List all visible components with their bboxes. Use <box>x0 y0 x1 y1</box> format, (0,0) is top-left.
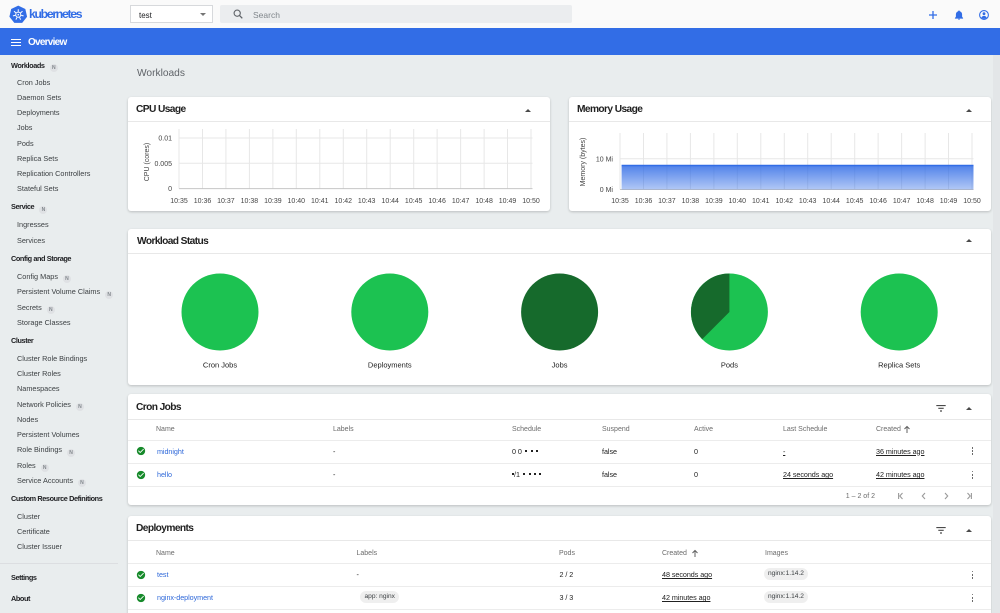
svg-text:0: 0 <box>168 186 172 193</box>
svg-text:10:43: 10:43 <box>358 198 376 205</box>
svg-text:Pods: Pods <box>721 361 738 370</box>
svg-text:10:38: 10:38 <box>241 198 259 205</box>
svg-text:10:35: 10:35 <box>170 198 188 205</box>
svg-text:10:36: 10:36 <box>635 198 653 205</box>
svg-text:Deployments: Deployments <box>368 361 412 370</box>
svg-text:10:45: 10:45 <box>405 198 423 205</box>
svg-text:10 Mi: 10 Mi <box>596 157 614 164</box>
svg-text:10:42: 10:42 <box>335 198 353 205</box>
svg-text:10:50: 10:50 <box>522 198 540 205</box>
svg-text:Jobs: Jobs <box>552 361 568 370</box>
svg-text:10:40: 10:40 <box>288 198 306 205</box>
svg-text:0.005: 0.005 <box>154 161 172 168</box>
svg-text:10:39: 10:39 <box>264 198 282 205</box>
svg-text:10:37: 10:37 <box>217 198 235 205</box>
svg-text:0.01: 0.01 <box>158 136 172 143</box>
svg-text:10:45: 10:45 <box>846 198 864 205</box>
svg-text:10:41: 10:41 <box>752 198 770 205</box>
svg-text:10:44: 10:44 <box>381 198 399 205</box>
svg-text:10:49: 10:49 <box>499 198 517 205</box>
svg-text:10:50: 10:50 <box>963 198 981 205</box>
svg-text:Cron Jobs: Cron Jobs <box>203 361 237 370</box>
svg-text:10:38: 10:38 <box>682 198 700 205</box>
svg-text:0 Mi: 0 Mi <box>600 187 614 194</box>
svg-text:10:42: 10:42 <box>776 198 794 205</box>
svg-text:10:48: 10:48 <box>916 198 934 205</box>
svg-text:10:44: 10:44 <box>822 198 840 205</box>
svg-text:10:49: 10:49 <box>940 198 958 205</box>
svg-text:10:37: 10:37 <box>658 198 676 205</box>
svg-text:10:43: 10:43 <box>799 198 817 205</box>
svg-text:10:46: 10:46 <box>869 198 887 205</box>
svg-text:10:46: 10:46 <box>428 198 446 205</box>
svg-text:10:41: 10:41 <box>311 198 329 205</box>
svg-text:10:47: 10:47 <box>893 198 911 205</box>
svg-text:10:36: 10:36 <box>194 198 212 205</box>
svg-text:10:40: 10:40 <box>729 198 747 205</box>
svg-text:10:48: 10:48 <box>475 198 493 205</box>
svg-text:Replica Sets: Replica Sets <box>878 361 920 370</box>
svg-text:Memory (bytes): Memory (bytes) <box>580 138 587 187</box>
svg-text:10:39: 10:39 <box>705 198 723 205</box>
svg-text:CPU (cores): CPU (cores) <box>144 143 151 182</box>
svg-text:10:47: 10:47 <box>452 198 470 205</box>
svg-text:10:35: 10:35 <box>611 198 629 205</box>
